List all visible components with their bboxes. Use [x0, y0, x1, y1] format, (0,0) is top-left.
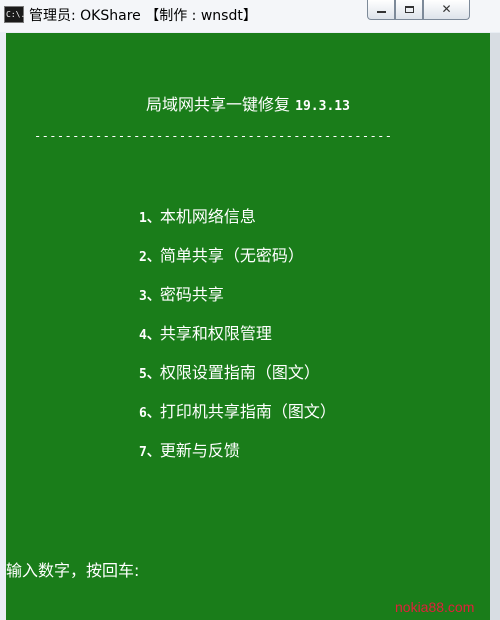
close-icon: ✕ [441, 2, 452, 16]
maximize-icon [404, 6, 414, 13]
menu-item-printer-guide: 6、打印机共享指南（图文） [139, 400, 336, 439]
menu-item-number: 7、 [139, 445, 160, 460]
header-version: 19.3.13 [295, 99, 350, 114]
console-area[interactable]: 局域网共享一键修复 19.3.13 ----------------------… [6, 33, 490, 620]
menu-item-password-share: 3、密码共享 [139, 283, 336, 322]
menu-item-label: 打印机共享指南（图文） [159, 402, 336, 421]
header-title: 局域网共享一键修复 [146, 95, 291, 114]
menu-item-simple-share: 2、简单共享（无密码） [139, 244, 336, 283]
menu-item-number: 3、 [139, 289, 160, 304]
window-right-border [490, 33, 500, 620]
divider-line: ----------------------------------------… [34, 129, 393, 143]
watermark-text: nokia88.com [395, 599, 475, 615]
menu-item-permission-guide: 5、权限设置指南（图文） [139, 361, 336, 400]
menu-item-number: 1、 [139, 211, 160, 226]
maximize-button[interactable] [395, 0, 423, 20]
console-window: C:\. 管理员: OKShare 【制作 : wnsdt】 ✕ 局域网共享一键… [0, 0, 500, 620]
menu-list: 1、本机网络信息 2、简单共享（无密码） 3、密码共享 4、共享和权限管理 5、… [139, 205, 336, 478]
close-button[interactable]: ✕ [423, 0, 470, 20]
minimize-button[interactable] [367, 0, 395, 20]
menu-item-number: 2、 [139, 250, 160, 265]
menu-item-label: 更新与反馈 [159, 441, 240, 460]
menu-item-label: 密码共享 [159, 285, 224, 304]
input-prompt[interactable]: 输入数字，按回车: [6, 557, 139, 581]
menu-item-network-info: 1、本机网络信息 [139, 205, 336, 244]
title-bar[interactable]: C:\. 管理员: OKShare 【制作 : wnsdt】 ✕ [0, 0, 500, 32]
menu-item-label: 共享和权限管理 [159, 324, 272, 343]
window-title: 管理员: OKShare 【制作 : wnsdt】 [29, 8, 257, 24]
menu-item-label: 简单共享（无密码） [159, 246, 304, 265]
menu-item-update-feedback: 7、更新与反馈 [139, 439, 336, 478]
menu-item-label: 权限设置指南（图文） [159, 363, 320, 382]
cmd-app-icon[interactable]: C:\. [4, 6, 25, 23]
menu-item-label: 本机网络信息 [159, 207, 256, 226]
minimize-icon [376, 10, 386, 13]
menu-item-number: 4、 [139, 328, 160, 343]
menu-item-number: 5、 [139, 367, 160, 382]
app-header: 局域网共享一键修复 19.3.13 [6, 91, 490, 115]
menu-item-number: 6、 [139, 406, 160, 421]
menu-item-permission-management: 4、共享和权限管理 [139, 322, 336, 361]
